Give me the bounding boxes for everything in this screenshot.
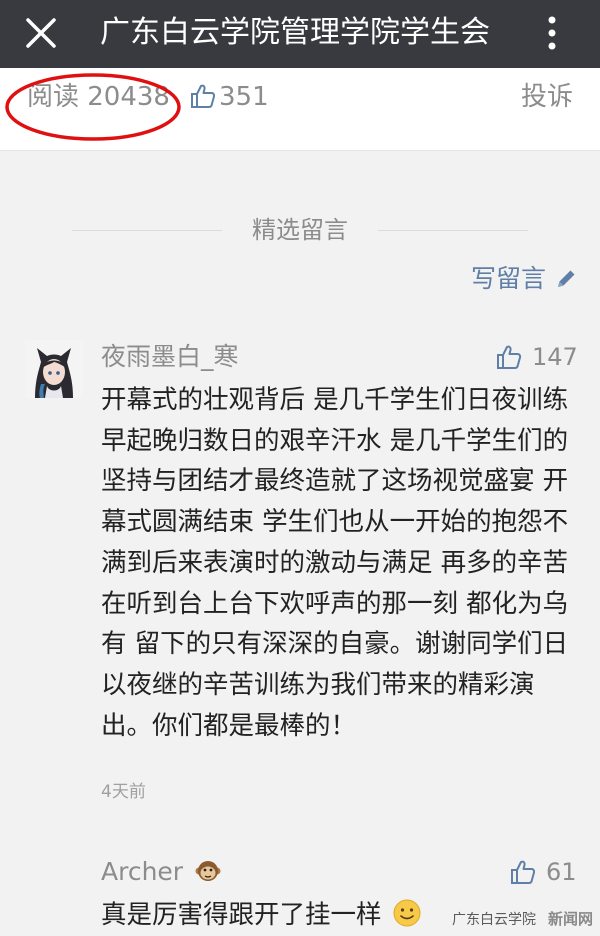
comment-time: 4天前 [101,782,146,802]
write-comment-button[interactable]: 写留言 [471,262,575,296]
featured-comments-title: 精选留言 [252,216,348,244]
commenter-name: Archer [101,857,184,886]
page-title: 广东白云学院管理学院学生会 [100,15,490,50]
like-count: 351 [219,82,269,112]
watermark: 广东白云学院 新闻网 [452,908,593,931]
more-options-icon[interactable] [542,14,562,54]
watermark-text: 广东白云学院 [452,912,536,928]
girl-avatar-icon [25,340,83,398]
comment-text: 开幕式的壮观背后 是几千学生们日夜训练早起晚归数日的艰辛汗水 是几千学生们的坚持… [101,385,569,741]
close-icon[interactable] [24,16,58,50]
article-stats-bar: 阅读 20438 351 投诉 [0,68,600,151]
monkey-emoji-icon [195,861,221,881]
thumbs-up-icon[interactable] [496,344,522,370]
smile-emoji-icon [393,899,421,927]
watermark-seal: 新闻网 [548,910,594,928]
commenter-name-row: Archer [101,855,221,889]
thumbs-up-icon[interactable] [190,83,216,109]
comment-text: 真是厉害得跟开了挂一样 [101,900,382,930]
comment-like-count: 147 [532,343,578,371]
comment-like-count: 61 [546,858,577,886]
pencil-icon [558,270,575,287]
avatar[interactable] [25,340,83,398]
comment-item: 夜雨墨白_寒 147 开幕式的壮观背后 是几千学生们日夜训练早起晚归数日的艰辛汗… [0,340,600,820]
report-link[interactable]: 投诉 [521,80,573,114]
write-comment-label: 写留言 [471,264,547,293]
annotation-circle [5,73,181,141]
top-bar: 广东白云学院管理学院学生会 [0,0,600,68]
thumbs-up-icon[interactable] [510,859,536,885]
featured-comments-heading: 精选留言 [0,212,600,248]
commenter-name: 夜雨墨白_寒 [101,342,239,371]
